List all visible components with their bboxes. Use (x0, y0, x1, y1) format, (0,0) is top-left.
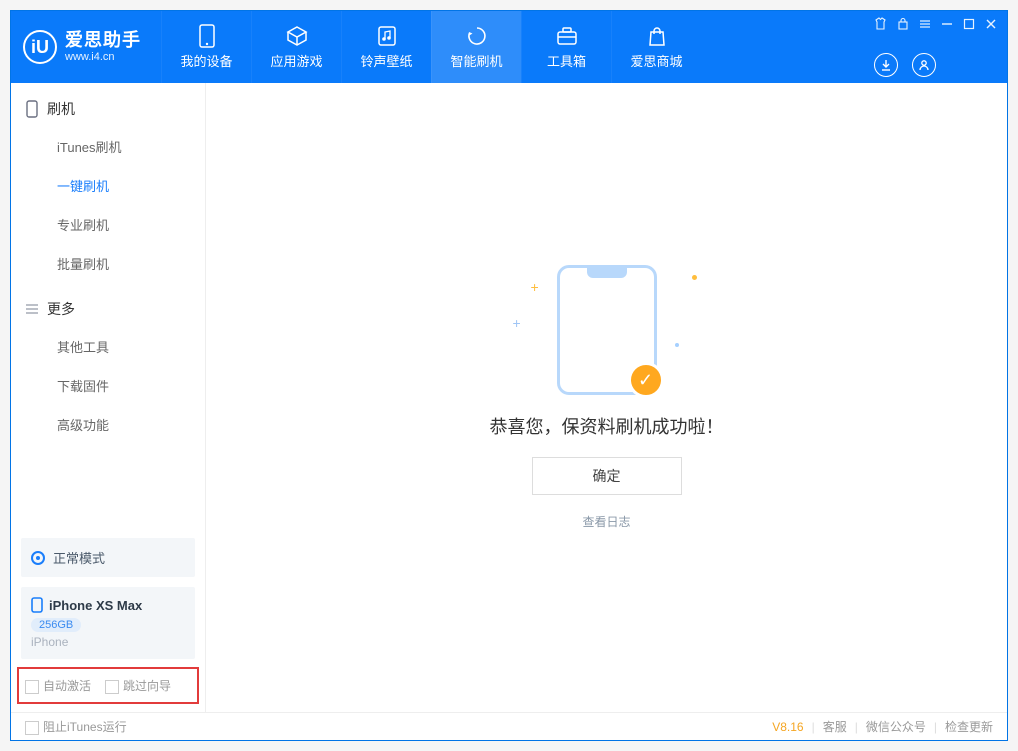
phone-small-icon (31, 597, 43, 613)
sidebar-item-pro-flash[interactable]: 专业刷机 (11, 205, 205, 244)
user-icon[interactable] (912, 53, 936, 77)
sidebar-more-list: 其他工具 下载固件 高级功能 (11, 327, 205, 444)
footer-link-wechat[interactable]: 微信公众号 (866, 718, 926, 735)
top-nav: 我的设备 应用游戏 铃声壁纸 智能刷机 工具箱 爱思商城 (161, 11, 701, 83)
footer-bar: 阻止iTunes运行 V8.16 | 客服 | 微信公众号 | 检查更新 (11, 712, 1007, 740)
option-label: 跳过向导 (123, 679, 171, 693)
sidebar-group-title: 刷机 (47, 99, 75, 119)
close-icon[interactable] (985, 18, 997, 30)
bag-icon (646, 25, 668, 47)
device-panel[interactable]: iPhone XS Max 256GB iPhone (21, 587, 195, 659)
nav-store[interactable]: 爱思商城 (611, 11, 701, 83)
option-highlight-box: 自动激活 跳过向导 (17, 667, 199, 704)
list-icon (25, 303, 39, 315)
block-itunes-option[interactable]: 阻止iTunes运行 (25, 718, 127, 735)
logo-text: 爱思助手 www.i4.cn (65, 31, 141, 63)
minimize-icon[interactable] (941, 18, 953, 30)
maximize-icon[interactable] (963, 18, 975, 30)
app-window: iU 爱思助手 www.i4.cn 我的设备 应用游戏 铃声壁纸 智能刷机 (10, 10, 1008, 741)
nav-apps-games[interactable]: 应用游戏 (251, 11, 341, 83)
footer-link-update[interactable]: 检查更新 (945, 718, 993, 735)
nav-label: 应用游戏 (270, 51, 322, 70)
logo: iU 爱思助手 www.i4.cn (23, 30, 141, 64)
ok-button[interactable]: 确定 (532, 457, 682, 495)
toolbox-icon (556, 25, 578, 47)
sidebar-group-more: 更多 (11, 283, 205, 327)
header-right (874, 11, 997, 83)
footer-link-support[interactable]: 客服 (823, 718, 847, 735)
checkbox-icon[interactable] (105, 680, 119, 694)
nav-label: 爱思商城 (630, 51, 682, 70)
success-title: 恭喜您，保资料刷机成功啦！ (490, 413, 724, 439)
download-icon[interactable] (874, 53, 898, 77)
device-capacity: 256GB (31, 618, 81, 632)
device-name-text: iPhone XS Max (49, 598, 142, 613)
nav-my-device[interactable]: 我的设备 (161, 11, 251, 83)
phone-illustration-icon: ✓ (557, 265, 657, 395)
nav-toolbox[interactable]: 工具箱 (521, 11, 611, 83)
nav-label: 铃声壁纸 (360, 51, 412, 70)
sidebar-item-itunes-flash[interactable]: iTunes刷机 (11, 127, 205, 166)
sidebar-flash-list: iTunes刷机 一键刷机 专业刷机 批量刷机 (11, 127, 205, 283)
body: 刷机 iTunes刷机 一键刷机 专业刷机 批量刷机 更多 其他工具 下载固件 … (11, 83, 1007, 712)
sidebar-item-download-fw[interactable]: 下载固件 (11, 366, 205, 405)
mode-status[interactable]: 正常模式 (21, 538, 195, 577)
menu-icon[interactable] (919, 18, 931, 30)
refresh-icon (466, 25, 488, 47)
nav-label: 智能刷机 (450, 51, 502, 70)
lock-icon[interactable] (897, 17, 909, 30)
header-icons (874, 53, 997, 77)
logo-icon: iU (23, 30, 57, 64)
main-content: ✓ 恭喜您，保资料刷机成功啦！ 确定 查看日志 (206, 83, 1007, 712)
sidebar-group-title: 更多 (47, 299, 75, 319)
footer-right: V8.16 | 客服 | 微信公众号 | 检查更新 (772, 718, 993, 735)
sidebar-item-advanced[interactable]: 高级功能 (11, 405, 205, 444)
mode-label: 正常模式 (53, 548, 105, 567)
option-label: 阻止iTunes运行 (43, 720, 127, 734)
nav-label: 工具箱 (547, 51, 586, 70)
music-icon (376, 25, 398, 47)
view-log-link[interactable]: 查看日志 (582, 513, 630, 530)
sidebar-item-batch-flash[interactable]: 批量刷机 (11, 244, 205, 283)
skip-guide-option[interactable]: 跳过向导 (105, 677, 171, 694)
sidebar-group-flash: 刷机 (11, 83, 205, 127)
nav-label: 我的设备 (180, 51, 232, 70)
nav-ringtone-wallpaper[interactable]: 铃声壁纸 (341, 11, 431, 83)
brand-name: 爱思助手 (65, 31, 141, 51)
sidebar-item-onekey-flash[interactable]: 一键刷机 (11, 166, 205, 205)
success-illustration: ✓ (507, 265, 707, 395)
check-badge-icon: ✓ (628, 362, 664, 398)
shirt-icon[interactable] (874, 17, 887, 30)
device-icon (196, 25, 218, 47)
window-controls (874, 17, 997, 30)
checkbox-icon[interactable] (25, 721, 39, 735)
sidebar-item-other-tools[interactable]: 其他工具 (11, 327, 205, 366)
cube-icon (286, 25, 308, 47)
version-label: V8.16 (772, 720, 803, 734)
checkbox-icon[interactable] (25, 680, 39, 694)
device-name: iPhone XS Max (31, 597, 185, 613)
header-bar: iU 爱思助手 www.i4.cn 我的设备 应用游戏 铃声壁纸 智能刷机 (11, 11, 1007, 83)
brand-domain: www.i4.cn (65, 51, 141, 63)
nav-smart-flash[interactable]: 智能刷机 (431, 11, 521, 83)
auto-activate-option[interactable]: 自动激活 (25, 677, 91, 694)
option-label: 自动激活 (43, 679, 91, 693)
phone-outline-icon (25, 100, 39, 118)
mode-indicator-icon (31, 551, 45, 565)
sidebar: 刷机 iTunes刷机 一键刷机 专业刷机 批量刷机 更多 其他工具 下载固件 … (11, 83, 206, 712)
device-type: iPhone (31, 635, 185, 649)
